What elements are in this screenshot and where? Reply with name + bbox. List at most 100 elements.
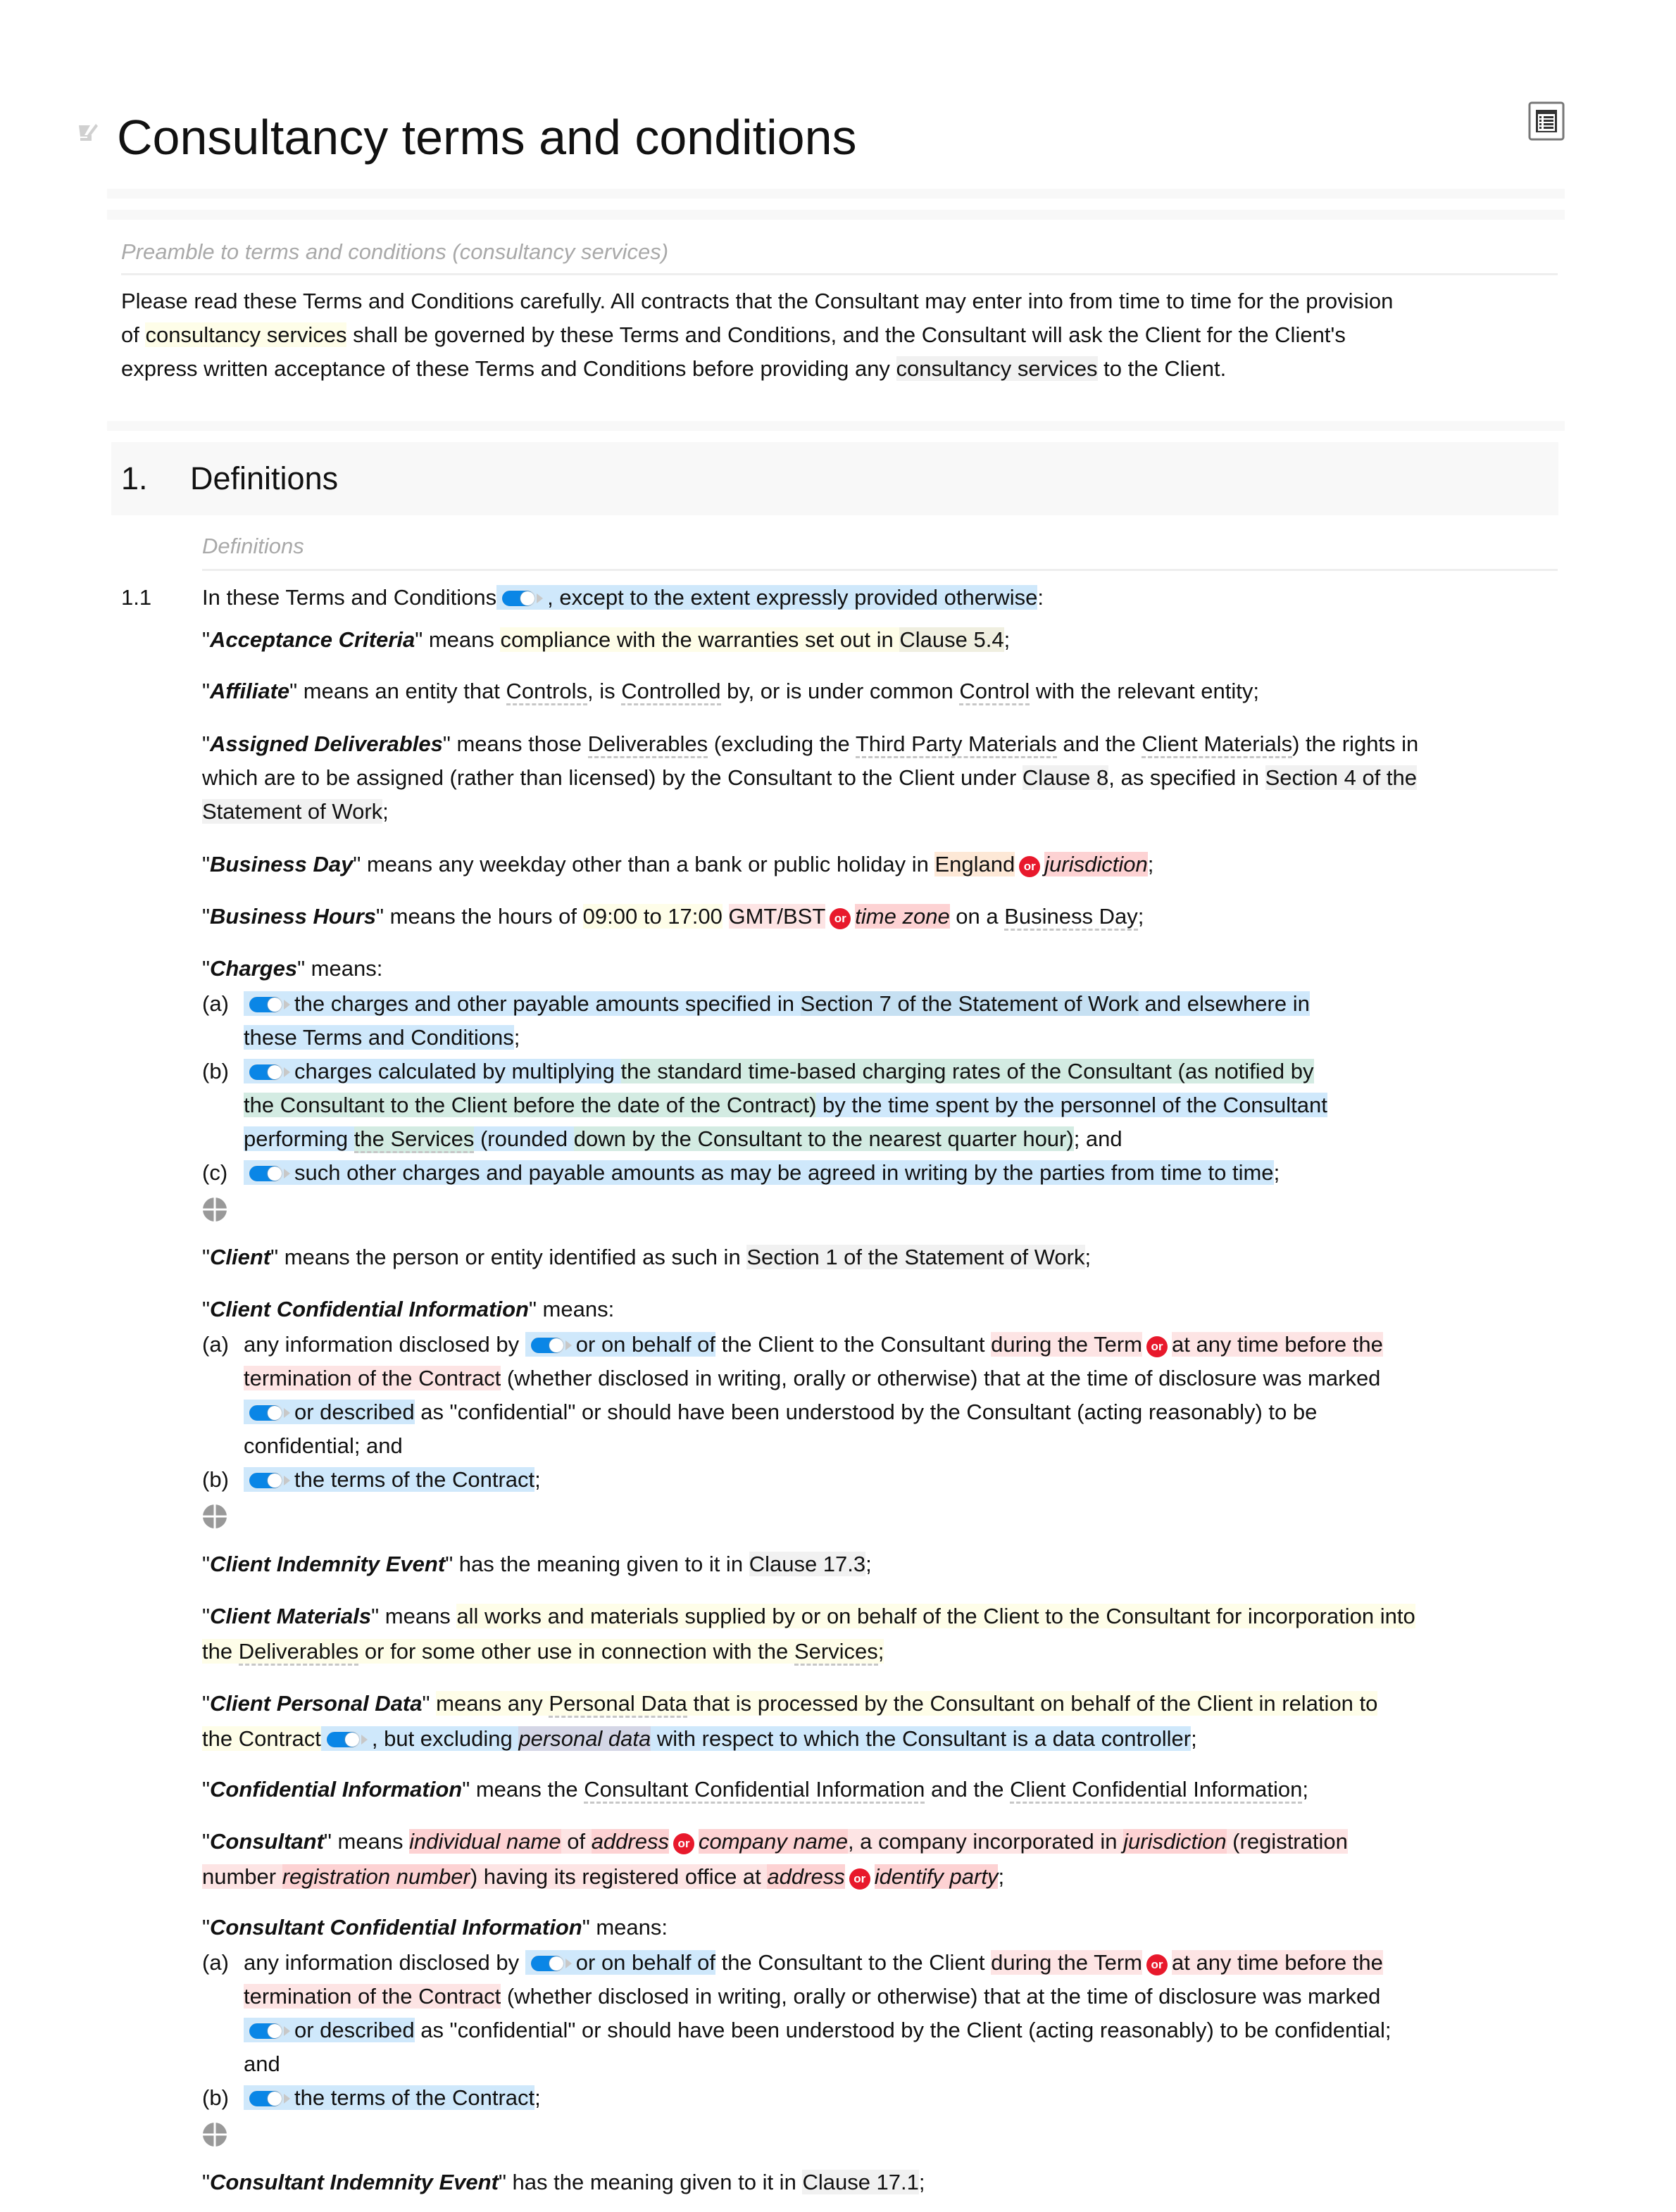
- clause-reference[interactable]: Clause 17.3: [749, 1552, 866, 1576]
- preamble-paragraph: Please read these Terms and Conditions c…: [121, 289, 1394, 381]
- page-title: Consultancy terms and conditions: [117, 110, 857, 165]
- or-toggle-badge[interactable]: or: [1146, 1336, 1168, 1357]
- list-label: (a): [202, 991, 229, 1016]
- option-value[interactable]: during the Term: [991, 1950, 1142, 1975]
- defined-term-link[interactable]: Deliverables: [238, 1639, 359, 1666]
- divider-bar: [107, 210, 1565, 220]
- definition-client: "Client" means the person or entity iden…: [202, 1245, 1092, 1269]
- section-heading: 1. Definitions: [111, 442, 1558, 515]
- defined-term-link[interactable]: Services: [794, 1639, 878, 1666]
- placeholder-field[interactable]: address: [767, 1864, 845, 1889]
- section-reference[interactable]: Section 1 of the Statement of Work: [746, 1245, 1085, 1269]
- option-value[interactable]: at any time before the: [1171, 1332, 1383, 1357]
- definition-assigned-deliverables: "Assigned Deliverables" means those Deli…: [202, 727, 1418, 761]
- option-value[interactable]: England: [934, 852, 1015, 876]
- option-toggle[interactable]: [248, 1404, 290, 1422]
- linked-reference[interactable]: consultancy services: [896, 356, 1098, 381]
- add-item-icon[interactable]: [202, 1197, 227, 1222]
- list-label: (b): [202, 2085, 229, 2110]
- placeholder-field[interactable]: address: [591, 1829, 669, 1854]
- option-toggle[interactable]: [248, 995, 290, 1014]
- option-toggle[interactable]: [248, 2090, 290, 2108]
- add-item-icon[interactable]: [202, 1504, 227, 1529]
- defined-term-link[interactable]: Third Party Materials: [855, 731, 1057, 758]
- section-reference[interactable]: Section 4 of the: [1265, 765, 1418, 790]
- clause-reference[interactable]: Clause 8: [1022, 765, 1109, 790]
- placeholder-field[interactable]: time zone: [855, 904, 950, 929]
- option-value[interactable]: at any time before the: [1171, 1950, 1383, 1975]
- clause-reference[interactable]: Clause 5.4: [899, 627, 1004, 652]
- definition-affiliate: "Affiliate" means an entity that Control…: [202, 674, 1259, 708]
- option-value[interactable]: during the Term: [991, 1332, 1142, 1357]
- defined-term-link[interactable]: Deliverables: [587, 731, 708, 758]
- divider-bar: [107, 421, 1565, 431]
- or-toggle-badge[interactable]: or: [849, 1868, 870, 1890]
- placeholder-field[interactable]: jurisdiction: [1123, 1829, 1227, 1854]
- section-number: 1.: [121, 460, 148, 496]
- option-toggle[interactable]: [325, 1730, 368, 1749]
- clause-reference[interactable]: Clause 17.1: [802, 2170, 919, 2194]
- heading-rule: [202, 569, 1558, 571]
- section-reference[interactable]: Section 7 of the Statement of Work: [800, 991, 1139, 1016]
- definition-consultant: "Consultant" means individual name of ad…: [202, 1829, 1348, 1854]
- option-toggle[interactable]: [248, 1164, 290, 1183]
- definition-client-confidential-information: "Client Confidential Information" means:: [202, 1297, 615, 1321]
- definition-consultant-confidential-information: "Consultant Confidential Information" me…: [202, 1915, 668, 1940]
- table-of-contents-icon[interactable]: [1528, 101, 1565, 141]
- definition-acceptance-criteria: "Acceptance Criteria" means compliance w…: [202, 627, 1011, 652]
- edit-pencil-icon[interactable]: [77, 120, 99, 148]
- option-value[interactable]: GMT/BST: [728, 904, 826, 929]
- section-title: Definitions: [190, 460, 339, 496]
- or-toggle-badge[interactable]: or: [1019, 856, 1041, 877]
- defined-term-link[interactable]: Controlled: [621, 679, 721, 705]
- definition-consultant-indemnity-event: "Consultant Indemnity Event" has the mea…: [202, 2170, 925, 2194]
- add-item-icon[interactable]: [202, 2122, 227, 2147]
- defined-term-link[interactable]: Client Materials: [1142, 731, 1293, 758]
- definition-business-hours: "Business Hours" means the hours of 09:0…: [202, 900, 1144, 934]
- placeholder-field[interactable]: company name: [698, 1829, 848, 1854]
- defined-term-link[interactable]: Controls: [506, 679, 587, 705]
- list-label: (c): [202, 1160, 228, 1185]
- option-toggle[interactable]: [529, 1336, 572, 1355]
- placeholder-field[interactable]: 09:00 to 17:00: [582, 904, 723, 929]
- charges-item-b: charges calculated by multiplying the st…: [244, 1055, 1314, 1088]
- clause-intro: In these Terms and Conditions, except to…: [202, 585, 1044, 610]
- option-toggle[interactable]: [501, 589, 544, 608]
- list-label: (b): [202, 1059, 229, 1083]
- placeholder-field[interactable]: jurisdiction: [1044, 852, 1148, 876]
- or-toggle-badge[interactable]: or: [1146, 1954, 1168, 1975]
- definition-client-indemnity-event: "Client Indemnity Event" has the meaning…: [202, 1552, 872, 1576]
- defined-term-link[interactable]: Personal Data: [549, 1691, 687, 1718]
- defined-term-link[interactable]: Business Day: [1004, 904, 1138, 931]
- definition-client-materials: "Client Materials" means all works and m…: [202, 1604, 1415, 1628]
- divider-bar: [107, 189, 1565, 199]
- placeholder-field[interactable]: individual name: [409, 1829, 561, 1854]
- charges-item-c: such other charges and payable amounts a…: [244, 1156, 1280, 1190]
- or-toggle-badge[interactable]: or: [673, 1833, 694, 1854]
- option-toggle[interactable]: [248, 1063, 290, 1081]
- clause-subheading: Definitions: [202, 534, 304, 558]
- option-toggle[interactable]: [248, 2022, 290, 2040]
- placeholder-field[interactable]: consultancy services: [145, 322, 347, 347]
- definition-business-day: "Business Day" means any weekday other t…: [202, 852, 1154, 877]
- defined-term-link[interactable]: Consultant Confidential Information: [584, 1777, 925, 1804]
- definition-confidential-information: "Confidential Information" means the Con…: [202, 1773, 1308, 1806]
- list-label: (b): [202, 1467, 229, 1492]
- clause-number: 1.1: [121, 585, 152, 610]
- list-label: (a): [202, 1332, 229, 1357]
- preamble-heading: Preamble to terms and conditions (consul…: [121, 239, 669, 264]
- charges-item-a: the charges and other payable amounts sp…: [244, 987, 1310, 1021]
- section-reference[interactable]: Statement of Work: [202, 799, 383, 824]
- placeholder-field[interactable]: identify party: [874, 1864, 999, 1889]
- defined-term-link[interactable]: personal data: [518, 1726, 651, 1751]
- defined-term-link[interactable]: Client Confidential Information: [1010, 1777, 1303, 1804]
- document-page: Consultancy terms and conditions Preambl…: [0, 0, 1676, 2212]
- or-toggle-badge[interactable]: or: [830, 908, 851, 929]
- definition-charges: "Charges" means:: [202, 956, 383, 981]
- option-toggle[interactable]: [529, 1954, 572, 1973]
- defined-term-link[interactable]: Control: [959, 679, 1030, 705]
- list-label: (a): [202, 1950, 229, 1975]
- defined-term-link[interactable]: the Services: [354, 1126, 475, 1153]
- placeholder-field[interactable]: registration number: [282, 1864, 470, 1889]
- option-toggle[interactable]: [248, 1471, 290, 1490]
